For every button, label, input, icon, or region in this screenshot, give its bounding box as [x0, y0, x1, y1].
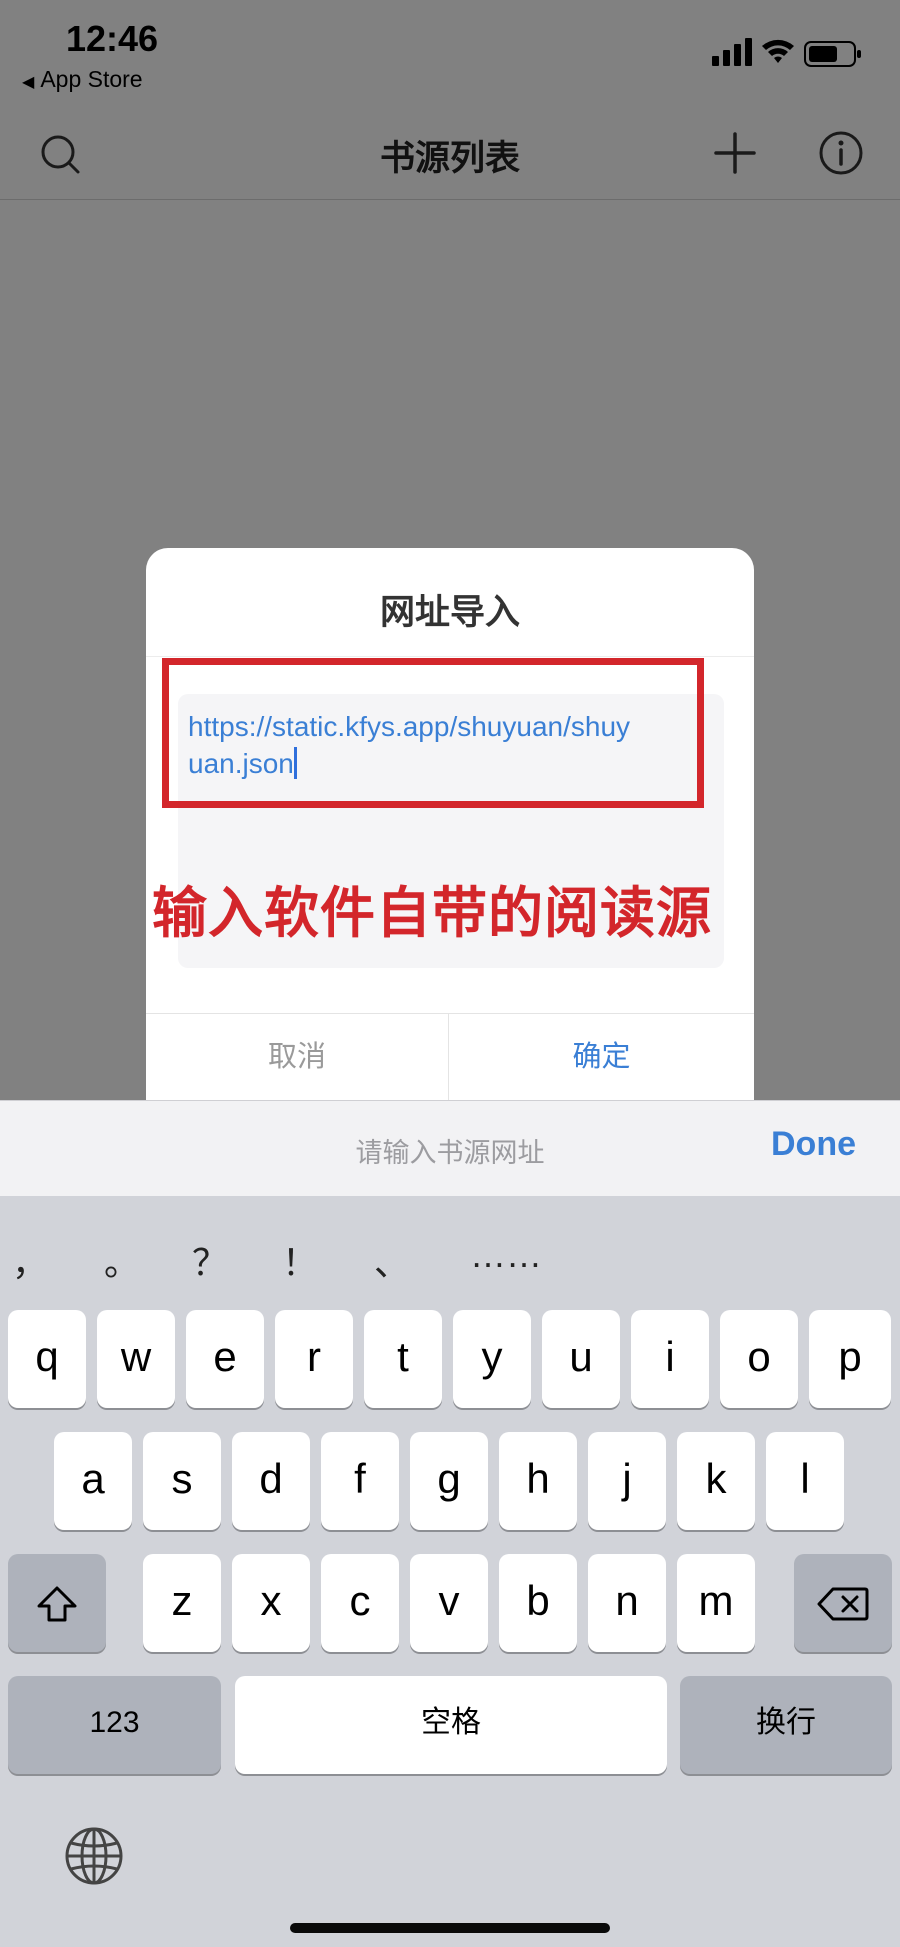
home-indicator	[290, 1923, 610, 1933]
keyboard: ， 。 ？ ！ 、 …… q w e r t y u i o p a s d f…	[0, 1196, 900, 1947]
space-key[interactable]: 空格	[235, 1676, 667, 1774]
key-r[interactable]: r	[275, 1310, 353, 1408]
key-a[interactable]: a	[54, 1432, 132, 1530]
key-t[interactable]: t	[364, 1310, 442, 1408]
key-i[interactable]: i	[631, 1310, 709, 1408]
key-z[interactable]: z	[143, 1554, 221, 1652]
key-j[interactable]: j	[588, 1432, 666, 1530]
confirm-button[interactable]: 确定	[449, 1014, 754, 1100]
dialog-divider	[146, 656, 754, 657]
cancel-button[interactable]: 取消	[146, 1014, 448, 1100]
key-m[interactable]: m	[677, 1554, 755, 1652]
dialog-title: 网址导入	[379, 593, 520, 632]
key-x[interactable]: x	[232, 1554, 310, 1652]
shift-key[interactable]	[8, 1554, 106, 1652]
backspace-key[interactable]	[794, 1554, 892, 1652]
key-d[interactable]: d	[232, 1432, 310, 1530]
shift-arrow-icon	[37, 1586, 77, 1622]
key-v[interactable]: v	[410, 1554, 488, 1652]
annotation-highlight-box	[162, 658, 704, 808]
key-b[interactable]: b	[499, 1554, 577, 1652]
backspace-icon	[817, 1587, 869, 1621]
url-import-dialog: 网址导入 https://static.kfys.app/shuyuan/shu…	[146, 548, 754, 1100]
punct-key[interactable]: ，	[0, 1234, 60, 1286]
punct-key[interactable]: 。	[92, 1234, 152, 1286]
key-g[interactable]: g	[410, 1432, 488, 1530]
key-c[interactable]: c	[321, 1554, 399, 1652]
input-placeholder: 请输入书源网址	[355, 1138, 545, 1168]
annotation-caption: 输入软件自带的阅读源	[152, 882, 713, 944]
key-o[interactable]: o	[720, 1310, 798, 1408]
key-y[interactable]: y	[453, 1310, 531, 1408]
done-button[interactable]: Done	[771, 1125, 856, 1164]
keyboard-accessory-bar: 请输入书源网址 Done	[0, 1100, 900, 1196]
key-q[interactable]: q	[8, 1310, 86, 1408]
key-p[interactable]: p	[809, 1310, 891, 1408]
globe-icon[interactable]	[64, 1826, 124, 1886]
return-key[interactable]: 换行	[680, 1676, 892, 1774]
key-e[interactable]: e	[186, 1310, 264, 1408]
punctuation-row: ， 。 ？ ！ 、 ……	[0, 1234, 900, 1294]
key-k[interactable]: k	[677, 1432, 755, 1530]
punct-key[interactable]: ？	[180, 1234, 240, 1286]
numbers-key[interactable]: 123	[8, 1676, 221, 1774]
key-h[interactable]: h	[499, 1432, 577, 1530]
key-u[interactable]: u	[542, 1310, 620, 1408]
key-l[interactable]: l	[766, 1432, 844, 1530]
key-w[interactable]: w	[97, 1310, 175, 1408]
punct-key[interactable]: ！	[270, 1234, 330, 1286]
key-s[interactable]: s	[143, 1432, 221, 1530]
punct-key[interactable]: 、	[362, 1234, 422, 1286]
key-n[interactable]: n	[588, 1554, 666, 1652]
key-f[interactable]: f	[321, 1432, 399, 1530]
punct-key[interactable]: ……	[466, 1234, 546, 1276]
